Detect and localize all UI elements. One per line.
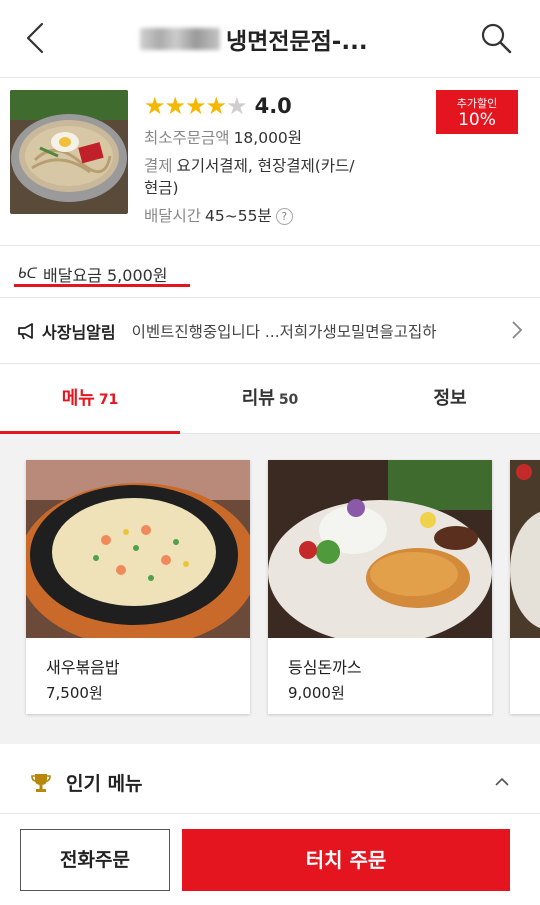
menu-card-partial[interactable]	[510, 460, 540, 714]
payment-row: 결제 요기서결제, 현장결제(카드/	[144, 154, 355, 176]
store-thumbnail	[10, 90, 128, 214]
tab-review-label: 리뷰	[241, 388, 275, 409]
help-icon[interactable]: ?	[275, 208, 293, 225]
chevron-left-icon[interactable]	[18, 20, 54, 56]
rating: ★★★★★ 4.0	[144, 92, 292, 120]
megaphone-icon	[18, 322, 33, 339]
payment-value: 요기서결제, 현장결제(카드/	[176, 157, 355, 175]
tab-info-label: 정보	[433, 388, 467, 409]
min-order-row: 최소주문금액 18,000원	[144, 126, 302, 148]
bottom-action-bar: 전화주문 터치 주문	[0, 815, 540, 905]
delivery-time-label: 배달시간	[144, 207, 202, 225]
tab-menu-count: 71	[98, 392, 119, 408]
tab-review-count: 50	[278, 392, 299, 408]
menu-image-partial	[510, 460, 540, 638]
min-order-value: 18,000원	[233, 129, 303, 147]
menu-card[interactable]: 새우볶음밥 7,500원	[26, 460, 250, 714]
menu-name: 등심돈까스	[288, 658, 362, 677]
chevron-up-icon[interactable]	[494, 774, 510, 790]
menu-price: 9,000원	[288, 684, 345, 702]
tab-menu[interactable]: 메뉴 71	[0, 364, 180, 434]
notice-text: 이벤트진행중입니다 ...저희가생모밀면을고집하	[131, 322, 437, 341]
tab-bar: 메뉴 71 리뷰 50 정보	[0, 364, 540, 434]
payment-row-cont: 현금)	[144, 176, 179, 198]
tab-review[interactable]: 리뷰 50	[180, 364, 360, 433]
notice-label: 사장님알림	[42, 322, 116, 342]
popular-menu-header[interactable]: 인기 메뉴	[0, 752, 540, 814]
menu-carousel[interactable]: 새우볶음밥 7,500원 등심돈까스 9,000원	[0, 434, 540, 744]
bike-icon: ᑲᑕ	[18, 266, 38, 282]
phone-order-button[interactable]: 전화주문	[20, 829, 170, 891]
delivery-time-value: 45~55분	[205, 207, 272, 225]
trophy-icon	[31, 773, 51, 792]
touch-order-button[interactable]: 터치 주문	[182, 829, 510, 891]
discount-value: 10%	[458, 110, 496, 130]
rating-score: 4.0	[254, 94, 292, 118]
delivery-time-row: 배달시간 45~55분?	[144, 204, 293, 226]
top-app-bar: 냉면전문점-...	[0, 0, 540, 78]
delivery-fee-underline	[14, 284, 190, 287]
menu-name: 새우볶음밥	[46, 658, 120, 677]
min-order-label: 최소주문금액	[144, 129, 230, 147]
search-icon[interactable]	[478, 20, 514, 56]
payment-label: 결제	[144, 157, 173, 175]
popular-menu-title: 인기 메뉴	[66, 773, 143, 795]
owner-notice[interactable]: 사장님알림 이벤트진행중입니다 ...저희가생모밀면을고집하	[0, 298, 540, 364]
menu-image-fried-rice	[26, 460, 250, 638]
page-title: 냉면전문점-...	[226, 29, 368, 55]
delivery-fee-text: 배달요금 5,000원	[43, 266, 168, 285]
discount-badge: 추가할인 10%	[436, 90, 518, 134]
store-info-section: ★★★★★ 4.0 최소주문금액 18,000원 결제 요기서결제, 현장결제(카드…	[0, 78, 540, 246]
delivery-fee-row: ᑲᑕ 배달요금 5,000원	[0, 246, 540, 298]
tab-menu-label: 메뉴	[61, 388, 95, 409]
discount-label: 추가할인	[456, 97, 498, 110]
blurred-store-name	[140, 28, 220, 50]
store-title: 냉면전문점-...	[140, 24, 368, 55]
tab-info[interactable]: 정보	[360, 364, 540, 433]
menu-price: 7,500원	[46, 684, 103, 702]
rating-stars: ★★★★★	[144, 92, 248, 120]
chevron-right-icon	[512, 321, 523, 339]
payment-value-cont: 현금)	[144, 179, 179, 197]
menu-card[interactable]: 등심돈까스 9,000원	[268, 460, 492, 714]
menu-image-pork-cutlet	[268, 460, 492, 638]
